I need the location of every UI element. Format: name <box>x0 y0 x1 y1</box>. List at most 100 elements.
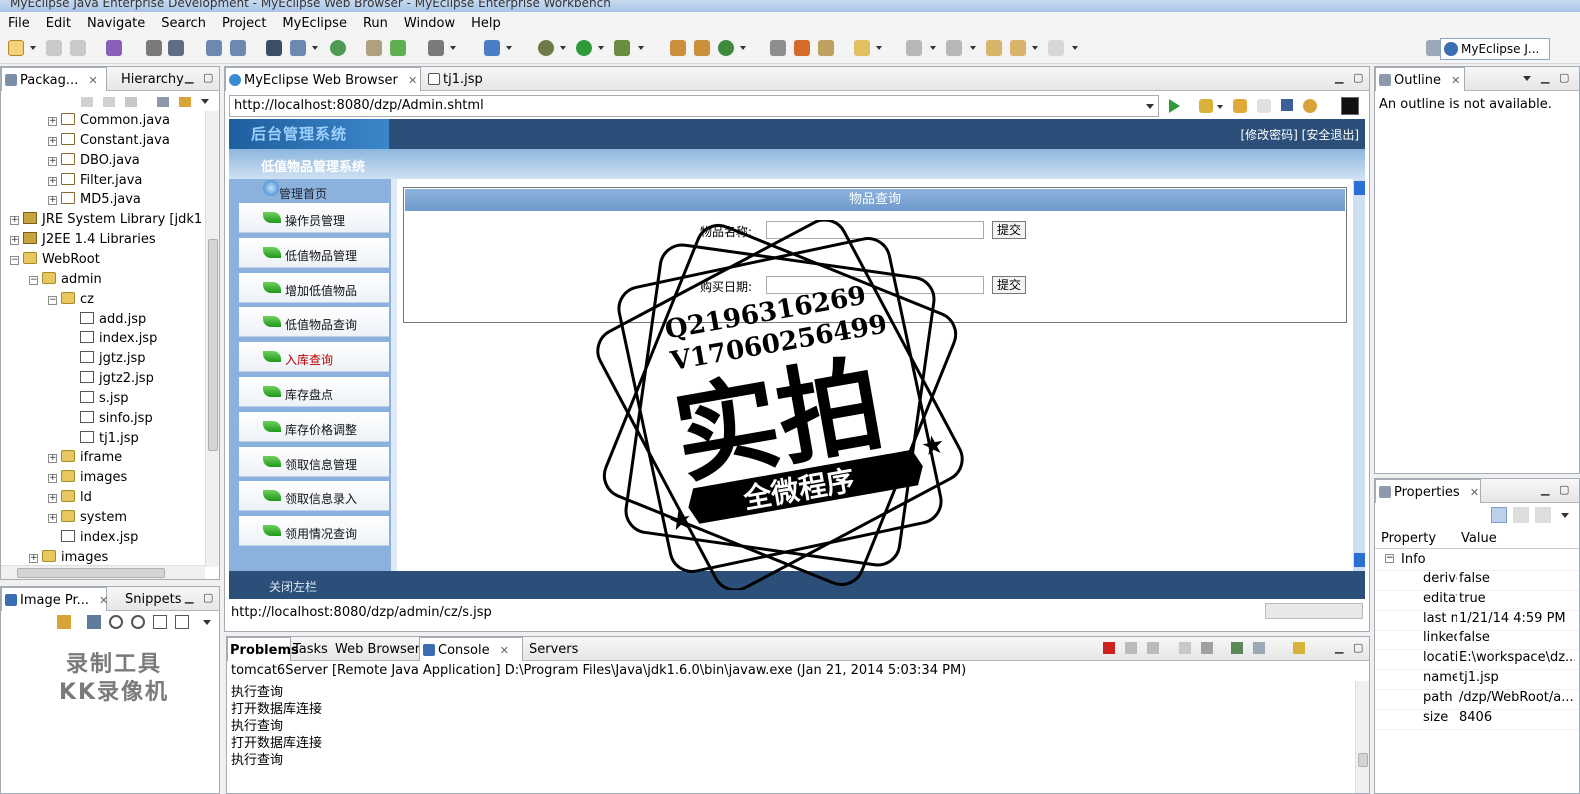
collapse-all-icon[interactable] <box>157 97 169 107</box>
refresh-icon[interactable] <box>1303 99 1317 113</box>
tree-item[interactable]: index.jsp <box>67 329 157 348</box>
run-server-icon[interactable] <box>390 40 406 56</box>
property-row[interactable]: locaticE:\workspace\dz... <box>1375 650 1579 671</box>
back-icon[interactable] <box>81 97 93 107</box>
explorer-horizontal-scrollbar[interactable] <box>1 565 205 579</box>
expand-icon[interactable]: + <box>48 494 57 504</box>
open-folder-icon[interactable] <box>818 40 834 56</box>
back-icon[interactable] <box>1233 99 1247 113</box>
sync-icon[interactable] <box>57 615 71 629</box>
up-icon[interactable] <box>125 97 137 107</box>
new-package-icon[interactable] <box>484 40 500 56</box>
display-console-icon[interactable] <box>1253 642 1265 654</box>
tab-snippets[interactable]: Snippets <box>107 587 183 611</box>
forward-icon[interactable] <box>103 97 115 107</box>
search-ref-icon[interactable] <box>770 40 786 56</box>
scroll-down-arrow[interactable] <box>1354 553 1365 567</box>
tab-web-browser-view[interactable]: Web Browser <box>333 637 420 661</box>
go-icon[interactable] <box>1169 99 1180 113</box>
remove-all-icon[interactable] <box>1147 642 1159 654</box>
minimize-icon[interactable]: ▁ <box>185 591 193 604</box>
favorites-dropdown-icon[interactable] <box>1217 105 1223 109</box>
view-menu-icon[interactable] <box>1523 76 1531 81</box>
tree-item[interactable]: s.jsp <box>67 389 129 408</box>
open-console-icon[interactable] <box>1293 642 1305 654</box>
menu-run[interactable]: Run <box>355 16 396 31</box>
expand-icon[interactable]: + <box>48 474 57 484</box>
forward-icon[interactable] <box>1257 99 1271 113</box>
view-menu-icon[interactable] <box>201 99 209 104</box>
property-row[interactable]: path/dzp/WebRoot/a... <box>1375 690 1579 710</box>
tab-properties[interactable]: Properties ✕ <box>1375 479 1481 503</box>
save-icon[interactable] <box>46 40 62 56</box>
url-dropdown-icon[interactable] <box>1146 104 1154 109</box>
terminate-icon[interactable] <box>1103 642 1115 654</box>
browser-icon[interactable] <box>330 40 346 56</box>
close-icon[interactable]: ✕ <box>1470 486 1479 499</box>
tab-tasks[interactable]: Tasks <box>291 637 333 661</box>
sidebar-nav-item[interactable]: 领用情况查询 <box>239 516 389 547</box>
property-row[interactable]: name tj1.jsp <box>1375 670 1579 690</box>
wizard2-icon[interactable] <box>230 40 246 56</box>
collapse-icon[interactable]: − <box>29 275 38 285</box>
tree-item[interactable]: + Common.java <box>48 111 170 130</box>
sidebar-nav-item[interactable]: 操作员管理 <box>239 203 389 233</box>
minimize-icon[interactable]: ▁ <box>185 71 193 84</box>
expand-icon[interactable]: + <box>48 454 57 464</box>
tree-item[interactable]: + iframe <box>48 448 122 467</box>
close-icon[interactable]: ✕ <box>408 74 417 87</box>
submit-date-button[interactable]: 提交 <box>992 276 1026 294</box>
prev-annotation-icon[interactable] <box>946 40 962 56</box>
home-link[interactable]: 管理首页 <box>279 185 327 202</box>
tree-item[interactable]: jgtz2.jsp <box>67 369 154 388</box>
tree-item[interactable]: + DBO.java <box>48 151 140 170</box>
close-icon[interactable]: ✕ <box>1451 74 1460 87</box>
debug-icon[interactable] <box>538 40 554 56</box>
scroll-thumb[interactable] <box>1358 753 1368 767</box>
sidebar-nav-item[interactable]: 领取信息录入 <box>239 481 389 512</box>
scroll-lock-icon[interactable] <box>1201 642 1213 654</box>
explorer-vertical-scrollbar[interactable] <box>205 111 219 567</box>
tree-item[interactable]: − WebRoot <box>10 250 100 269</box>
expand-icon[interactable]: + <box>48 117 57 126</box>
expand-icon[interactable]: + <box>48 136 57 146</box>
tree-item[interactable]: + JRE System Library [jdk1 <box>10 210 202 229</box>
back-icon[interactable] <box>1010 40 1026 56</box>
sidebar-nav-item[interactable]: 低值物品查询 <box>239 307 389 338</box>
maximize-icon[interactable]: ▢ <box>203 71 213 84</box>
print-icon[interactable] <box>70 40 86 56</box>
tree-item[interactable]: + system <box>48 508 127 527</box>
minimize-icon[interactable]: ▁ <box>1335 71 1343 84</box>
menu-help[interactable]: Help <box>463 16 509 31</box>
sidebar-nav-item[interactable]: 库存价格调整 <box>239 411 389 442</box>
maximize-icon[interactable]: ▢ <box>1559 71 1569 84</box>
stop-icon[interactable] <box>1281 99 1293 111</box>
menu-project[interactable]: Project <box>214 16 274 31</box>
maximize-icon[interactable]: ▢ <box>203 591 213 604</box>
property-row[interactable]: last m 1/21/14 4:59 PM <box>1375 611 1579 631</box>
tree-item[interactable]: + Constant.java <box>48 131 170 150</box>
expand-icon[interactable]: + <box>48 514 57 523</box>
item-name-input[interactable] <box>766 221 984 239</box>
tree-item[interactable]: tj1.jsp <box>67 429 139 448</box>
close-icon[interactable]: ✕ <box>88 74 97 87</box>
tree-item[interactable]: add.jsp <box>67 310 146 329</box>
sidebar-nav-item[interactable]: 入库查询 <box>239 342 389 373</box>
tree-item[interactable]: sinfo.jsp <box>67 409 153 428</box>
link-editor-icon[interactable] <box>179 97 191 107</box>
tree-item[interactable]: + J2EE 1.4 Libraries <box>10 230 156 249</box>
tab-hierarchy[interactable]: Hierarchy <box>103 67 189 91</box>
tab-image-preview[interactable]: Image Pr... ✕ <box>1 587 108 611</box>
db-icon[interactable] <box>266 40 282 56</box>
top-links[interactable]: [修改密码] [安全退出] <box>1240 126 1359 143</box>
sidebar-nav-item[interactable]: 增加低值物品 <box>239 272 389 303</box>
categories-icon[interactable] <box>1491 507 1507 523</box>
maximize-icon[interactable]: ▢ <box>1353 71 1363 84</box>
tab-outline[interactable]: Outline ✕ <box>1375 67 1465 91</box>
open-project-icon[interactable] <box>854 40 870 56</box>
view-menu-icon[interactable] <box>203 620 211 625</box>
tree-item[interactable]: + images <box>48 468 127 487</box>
zoom-in-icon[interactable] <box>131 615 145 629</box>
minimize-icon[interactable]: ▁ <box>1541 71 1549 84</box>
content-scrollbar[interactable] <box>1353 179 1365 571</box>
